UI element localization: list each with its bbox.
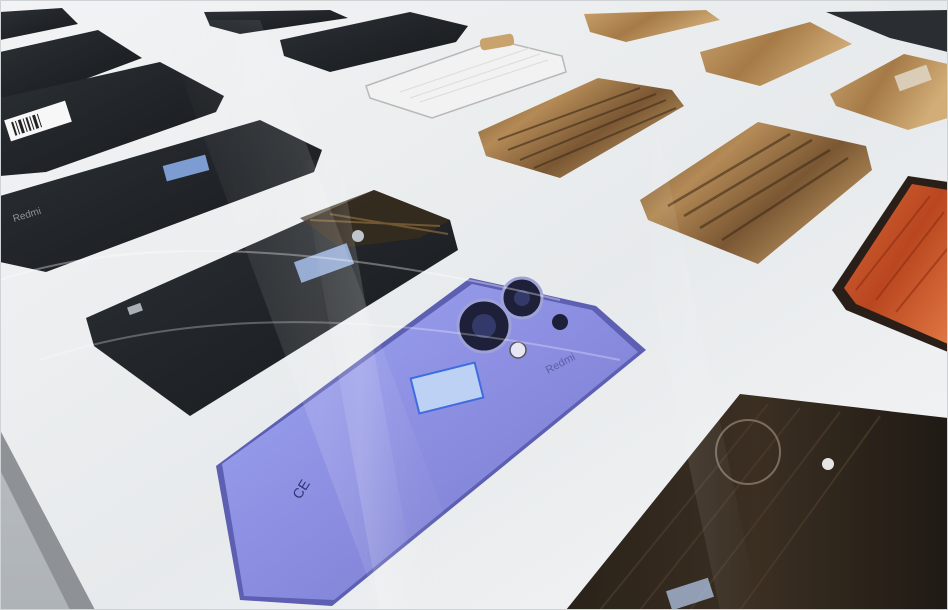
flash-icon	[509, 341, 527, 359]
product-photo: Redmi Redmi CE	[0, 0, 948, 610]
flash-dot-dark	[822, 458, 834, 470]
photo-scene: Redmi Redmi CE	[0, 0, 948, 610]
camera-lens-small	[552, 314, 568, 330]
